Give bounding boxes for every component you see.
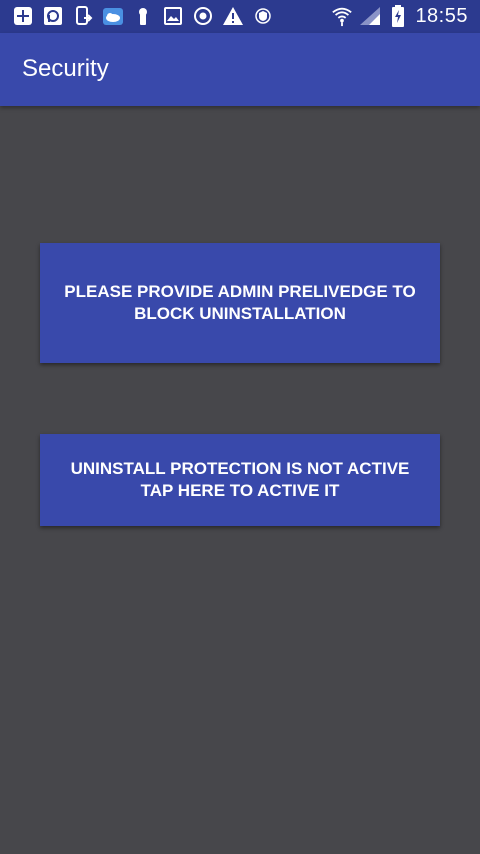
keyhole-icon (132, 5, 154, 27)
status-bar: 18:55 (0, 0, 480, 33)
clock: 18:55 (415, 4, 468, 27)
parking-icon (42, 5, 64, 27)
add-box-icon (12, 5, 34, 27)
notification-icons (12, 5, 274, 27)
admin-privilege-button[interactable]: PLEASE PROVIDE ADMIN PRELIVEDGE TO BLOCK… (40, 243, 440, 363)
sync-icon (192, 5, 214, 27)
warning-icon (222, 5, 244, 27)
system-indicators: 18:55 (331, 4, 468, 28)
phone-forward-icon (72, 5, 94, 27)
wifi-icon (331, 5, 353, 27)
uninstall-protection-label: UNINSTALL PROTECTION IS NOT ACTIVE TAP H… (70, 459, 410, 500)
app-bar: Security (0, 33, 480, 106)
signal-icon (359, 5, 381, 27)
weather-icon (102, 5, 124, 27)
uninstall-protection-button[interactable]: UNINSTALL PROTECTION IS NOT ACTIVE TAP H… (40, 434, 440, 526)
shield-icon (252, 5, 274, 27)
battery-charging-icon (387, 5, 409, 27)
page-title: Security (22, 55, 109, 82)
admin-privilege-label: PLEASE PROVIDE ADMIN PRELIVEDGE TO BLOCK… (64, 282, 416, 323)
image-icon (162, 5, 184, 27)
